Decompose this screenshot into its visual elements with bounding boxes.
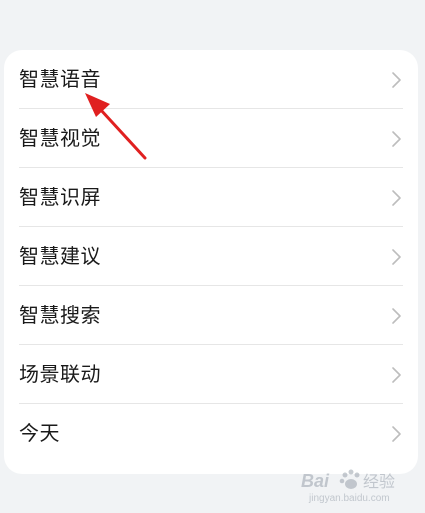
settings-item-label: 今天 [19, 421, 60, 445]
settings-item-label: 智慧搜索 [19, 303, 101, 327]
chevron-right-icon [392, 131, 401, 147]
settings-item-smart-vision[interactable]: 智慧视觉 [4, 109, 418, 168]
svg-text:经验: 经验 [363, 472, 395, 491]
chevron-right-icon [392, 308, 401, 324]
chevron-right-icon [392, 72, 401, 88]
settings-item-label: 智慧建议 [19, 244, 101, 268]
settings-item-label: 智慧识屏 [19, 185, 101, 209]
settings-item-smart-voice[interactable]: 智慧语音 [4, 50, 418, 109]
settings-item-today[interactable]: 今天 [4, 404, 418, 463]
chevron-right-icon [392, 367, 401, 383]
settings-item-label: 智慧语音 [19, 67, 101, 91]
chevron-right-icon [392, 190, 401, 206]
settings-item-label: 场景联动 [19, 362, 101, 386]
svg-text:jingyan.baidu.com: jingyan.baidu.com [308, 493, 390, 504]
settings-item-smart-screen-recognition[interactable]: 智慧识屏 [4, 168, 418, 227]
settings-item-label: 智慧视觉 [19, 126, 101, 150]
settings-item-smart-suggestions[interactable]: 智慧建议 [4, 227, 418, 286]
settings-card: 智慧语音 智慧视觉 智慧识屏 智慧建议 智慧搜索 场景联动 今天 [4, 50, 418, 474]
settings-item-smart-search[interactable]: 智慧搜索 [4, 286, 418, 345]
settings-item-scene-linkage[interactable]: 场景联动 [4, 345, 418, 404]
chevron-right-icon [392, 249, 401, 265]
chevron-right-icon [392, 426, 401, 442]
svg-text:Bai: Bai [301, 471, 330, 491]
